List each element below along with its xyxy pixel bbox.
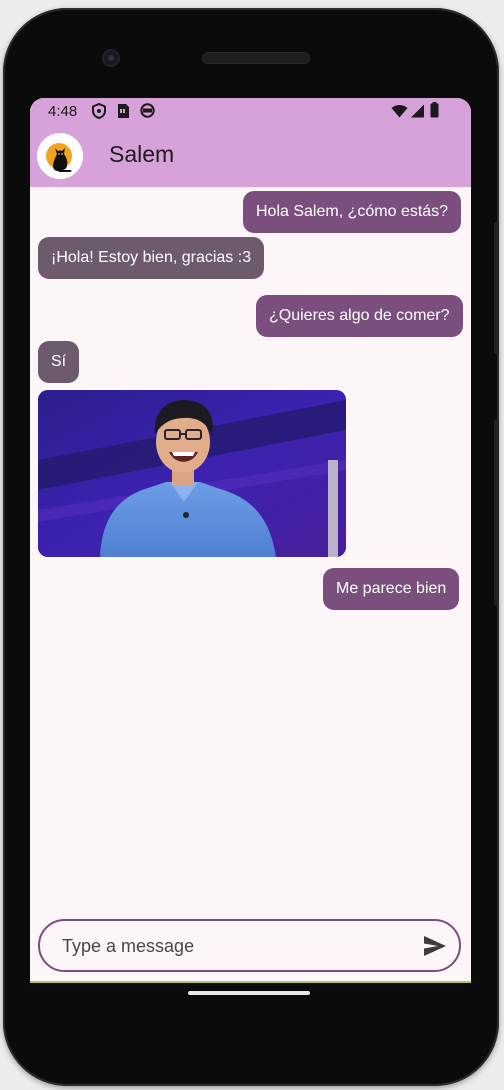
laughing-man-image — [38, 390, 346, 557]
circle-app-icon — [140, 103, 155, 122]
app-screen: 4:48 Salem Hola Salem, ¿cómo estás? ¡Hol… — [30, 98, 471, 983]
message-bubble-sent[interactable]: Me parece bien — [323, 568, 460, 610]
send-icon — [424, 936, 446, 956]
battery-icon — [430, 102, 439, 122]
chat-title: Salem — [109, 141, 175, 167]
earpiece-speaker — [203, 53, 309, 63]
sim-card-icon — [117, 103, 130, 123]
gif-message[interactable] — [38, 390, 346, 557]
avatar[interactable] — [37, 133, 83, 179]
home-indicator[interactable] — [188, 991, 310, 995]
status-bar: 4:48 — [30, 98, 471, 124]
volume-button — [494, 420, 499, 605]
message-bubble-received[interactable]: ¡Hola! Estoy bien, gracias :3 — [38, 237, 265, 279]
status-time: 4:48 — [48, 103, 78, 120]
message-bubble-sent[interactable]: Hola Salem, ¿cómo estás? — [243, 191, 462, 233]
message-bubble-received[interactable]: Sí — [38, 341, 80, 383]
cell-signal-icon — [411, 104, 425, 122]
black-cat-icon — [37, 133, 83, 179]
front-camera — [104, 51, 118, 65]
message-bubble-sent[interactable]: ¿Quieres algo de comer? — [256, 295, 463, 337]
power-button — [494, 222, 499, 354]
message-input[interactable] — [60, 921, 404, 972]
message-composer — [38, 919, 461, 972]
wifi-icon — [391, 104, 408, 122]
shield-icon — [92, 102, 106, 123]
send-button[interactable] — [421, 932, 449, 960]
app-bar: 4:48 Salem — [30, 98, 471, 187]
